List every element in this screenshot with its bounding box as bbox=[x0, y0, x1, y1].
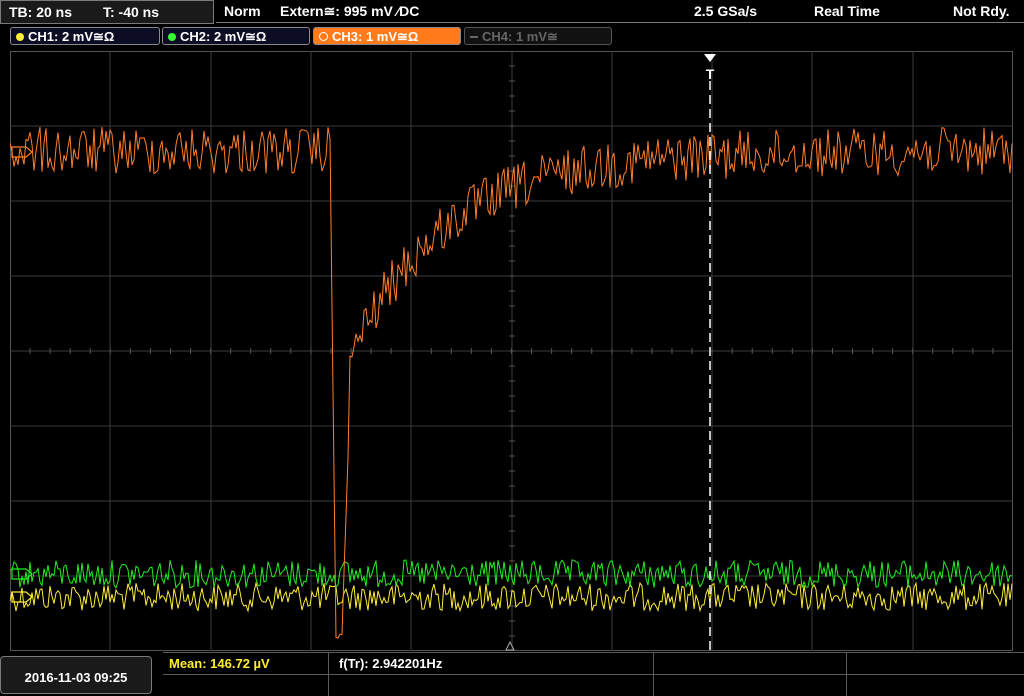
acquisition-mode[interactable]: Real Time bbox=[814, 0, 880, 22]
channel-2-dot-icon bbox=[168, 33, 176, 41]
sample-rate[interactable]: 2.5 GSa/s bbox=[694, 0, 757, 22]
channel-2-button[interactable]: CH2: 2 mV≅Ω bbox=[162, 27, 310, 45]
measurement-panel[interactable]: Mean: 146.72 µV f(Tr): 2.942201Hz bbox=[163, 652, 1024, 696]
trigger-mode[interactable]: Norm bbox=[224, 0, 261, 22]
top-status-bar: TB: 20 ns T: -40 ns Norm Extern≅: 995 mV… bbox=[0, 0, 1024, 24]
channel-bar: CH1: 2 mV≅Ω CH2: 2 mV≅Ω CH3: 1 mV≅Ω CH4:… bbox=[0, 26, 1024, 48]
channel-2-label: CH2: 2 mV≅Ω bbox=[180, 29, 267, 44]
datetime-box: 2016-11-03 09:25 bbox=[0, 656, 152, 694]
frequency-measurement: f(Tr): 2.942201Hz bbox=[339, 656, 443, 671]
channel-1-button[interactable]: CH1: 2 mV≅Ω bbox=[10, 27, 160, 45]
channel-1-label: CH1: 2 mV≅Ω bbox=[28, 29, 115, 44]
trigger-marker-label: T bbox=[706, 66, 715, 82]
ready-status: Not Rdy. bbox=[953, 3, 1010, 19]
waveform-display[interactable]: T bbox=[9, 50, 1014, 652]
datetime-label: 2016-11-03 09:25 bbox=[24, 670, 128, 685]
channel-1-dot-icon bbox=[16, 33, 24, 41]
channel-2-trace bbox=[9, 559, 1013, 590]
center-position-icon bbox=[505, 640, 515, 651]
timebase-box[interactable]: TB: 20 ns T: -40 ns bbox=[0, 0, 214, 24]
channel-3-dot-icon bbox=[319, 32, 328, 41]
channel-4-button[interactable]: CH4: 1 mV≅ bbox=[464, 27, 612, 45]
acquisition-info: Norm Extern≅: 995 mV ⁄DC 2.5 GSa/s Real … bbox=[216, 0, 1024, 23]
channel-4-label: CH4: 1 mV≅ bbox=[482, 29, 558, 44]
mean-measurement: Mean: 146.72 µV bbox=[169, 656, 270, 671]
trigger-position-icon bbox=[704, 54, 716, 62]
channel-4-off-icon bbox=[470, 36, 478, 38]
trigger-time-label: T: -40 ns bbox=[103, 4, 160, 20]
timebase-label: TB: 20 ns bbox=[9, 4, 73, 20]
channel-3-button[interactable]: CH3: 1 mV≅Ω bbox=[313, 27, 461, 45]
channel-1-offset-marker bbox=[11, 591, 33, 603]
trigger-source[interactable]: Extern≅: 995 mV ⁄DC bbox=[280, 0, 419, 22]
waveform-svg: T bbox=[9, 50, 1014, 652]
channel-1-trace bbox=[9, 581, 1013, 613]
footer: 2016-11-03 09:25 Mean: 146.72 µV f(Tr): … bbox=[0, 652, 1024, 696]
channel-3-label: CH3: 1 mV≅Ω bbox=[332, 29, 419, 44]
